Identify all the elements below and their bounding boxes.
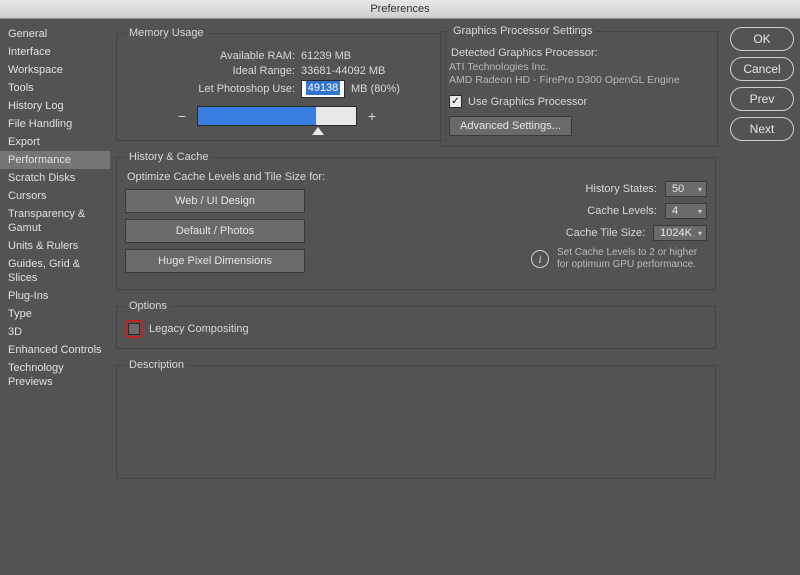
legacy-compositing-label: Legacy Compositing [149, 323, 249, 335]
gpu-panel: Graphics Processor Settings Detected Gra… [440, 25, 718, 147]
cache-info-text: Set Cache Levels to 2 or higher for opti… [557, 247, 707, 271]
sidebar-item-performance[interactable]: Performance [0, 151, 110, 169]
description-legend: Description [125, 359, 188, 371]
legacy-compositing-checkbox[interactable] [128, 323, 140, 335]
preset-web-ui-design[interactable]: Web / UI Design [125, 189, 305, 213]
sidebar-item-export[interactable]: Export [0, 133, 110, 151]
history-states-select[interactable]: 50▾ [665, 181, 707, 197]
ideal-range-value: 33681-44092 MB [301, 65, 385, 77]
sidebar-item-scratch-disks[interactable]: Scratch Disks [0, 169, 110, 187]
dialog-buttons: OK Cancel Prev Next [730, 27, 794, 141]
memory-slider-thumb[interactable] [312, 127, 324, 135]
sidebar-item-transparency-gamut[interactable]: Transparency & Gamut [0, 205, 110, 237]
next-button[interactable]: Next [730, 117, 794, 141]
prev-button[interactable]: Prev [730, 87, 794, 111]
memory-increase-icon[interactable]: + [365, 109, 379, 123]
sidebar-item-guides-grid-slices[interactable]: Guides, Grid & Slices [0, 255, 110, 287]
let-use-label: Let Photoshop Use: [125, 83, 295, 95]
memory-decrease-icon[interactable]: − [175, 109, 189, 123]
available-ram-label: Available RAM: [125, 50, 295, 62]
gpu-advanced-button[interactable]: Advanced Settings... [449, 116, 572, 136]
cache-tile-select[interactable]: 1024K▾ [653, 225, 707, 241]
sidebar-item-interface[interactable]: Interface [0, 43, 110, 61]
ideal-range-label: Ideal Range: [125, 65, 295, 77]
let-use-suffix: MB (80%) [351, 83, 400, 95]
window-title: Preferences [370, 3, 429, 15]
cancel-button[interactable]: Cancel [730, 57, 794, 81]
memory-slider[interactable] [197, 106, 357, 126]
chevron-down-icon: ▾ [698, 229, 702, 238]
use-gpu-label: Use Graphics Processor [468, 96, 587, 108]
sidebar-item-type[interactable]: Type [0, 305, 110, 323]
history-cache-legend: History & Cache [125, 151, 212, 163]
gpu-legend: Graphics Processor Settings [449, 25, 596, 37]
gpu-model: AMD Radeon HD - FirePro D300 OpenGL Engi… [449, 74, 709, 87]
sidebar-item-3d[interactable]: 3D [0, 323, 110, 341]
sidebar-item-plug-ins[interactable]: Plug-Ins [0, 287, 110, 305]
sidebar-item-history-log[interactable]: History Log [0, 97, 110, 115]
sidebar-item-file-handling[interactable]: File Handling [0, 115, 110, 133]
sidebar: GeneralInterfaceWorkspaceToolsHistory Lo… [0, 19, 110, 575]
highlight-circle [125, 320, 143, 338]
cache-levels-label: Cache Levels: [587, 205, 657, 217]
sidebar-item-technology-previews[interactable]: Technology Previews [0, 359, 110, 391]
memory-slider-fill [198, 107, 316, 125]
optimize-caption: Optimize Cache Levels and Tile Size for: [127, 171, 335, 183]
preset-huge-pixel-dimensions[interactable]: Huge Pixel Dimensions [125, 249, 305, 273]
preset-default-photos[interactable]: Default / Photos [125, 219, 305, 243]
available-ram-value: 61239 MB [301, 50, 351, 62]
info-icon: i [531, 250, 549, 268]
use-gpu-checkbox[interactable]: ✓ [449, 95, 462, 108]
let-use-input[interactable]: 49138 [301, 80, 345, 98]
sidebar-item-workspace[interactable]: Workspace [0, 61, 110, 79]
titlebar: Preferences [0, 0, 800, 19]
chevron-down-icon: ▾ [698, 207, 702, 216]
sidebar-item-enhanced-controls[interactable]: Enhanced Controls [0, 341, 110, 359]
gpu-detected-label: Detected Graphics Processor: [451, 47, 709, 59]
history-states-label: History States: [585, 183, 657, 195]
options-legend: Options [125, 300, 171, 312]
chevron-down-icon: ▾ [698, 185, 702, 194]
sidebar-item-units-rulers[interactable]: Units & Rulers [0, 237, 110, 255]
sidebar-item-tools[interactable]: Tools [0, 79, 110, 97]
cache-levels-select[interactable]: 4▾ [665, 203, 707, 219]
memory-legend: Memory Usage [125, 27, 208, 39]
sidebar-item-cursors[interactable]: Cursors [0, 187, 110, 205]
sidebar-item-general[interactable]: General [0, 25, 110, 43]
cache-tile-label: Cache Tile Size: [566, 227, 645, 239]
gpu-vendor: ATI Technologies Inc. [449, 61, 709, 74]
ok-button[interactable]: OK [730, 27, 794, 51]
